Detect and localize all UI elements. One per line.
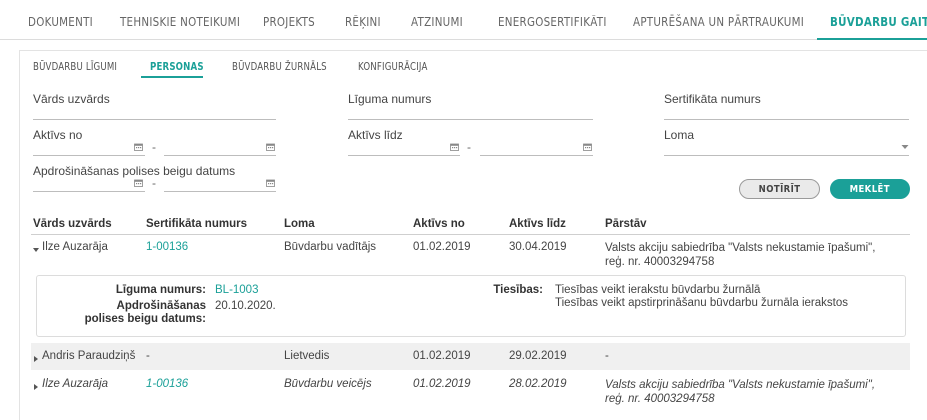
subtab-buvdarbu-ligumi[interactable]: BŪVDARBU LĪGUMI bbox=[33, 61, 117, 73]
tab-projekts[interactable]: PROJEKTS bbox=[263, 0, 315, 40]
active-from-start-input[interactable] bbox=[33, 155, 145, 156]
calendar-icon[interactable] bbox=[266, 143, 275, 151]
tab-tehniskie-noteikumi[interactable]: TEHNISKIE NOTEIKUMI bbox=[120, 0, 240, 40]
detail-right-item: Tiesības veikt apstirprināšanu būvdarbu … bbox=[555, 297, 848, 309]
tab-dokumenti[interactable]: DOKUMENTI bbox=[28, 0, 93, 40]
name-filter-label: Vārds uzvārds bbox=[33, 92, 110, 106]
certificate-filter-input[interactable] bbox=[664, 119, 909, 120]
tab-atzinumi[interactable]: ATZINUMI bbox=[411, 0, 463, 40]
calendar-icon[interactable] bbox=[134, 179, 143, 187]
row-active-from: 01.02.2019 bbox=[413, 241, 471, 253]
role-filter-label: Loma bbox=[664, 128, 695, 142]
detail-contract-link[interactable]: BL-1003 bbox=[215, 284, 258, 297]
row-name: Ilze Auzarāja bbox=[42, 378, 109, 390]
row-represents: - bbox=[605, 350, 609, 362]
table-header-divider bbox=[31, 234, 910, 235]
insurance-end-label: Apdrošināšanas polises beigu datums bbox=[33, 164, 236, 178]
active-from-end-input[interactable] bbox=[164, 155, 276, 156]
active-to-end-input[interactable] bbox=[480, 155, 593, 156]
name-filter-input[interactable] bbox=[33, 119, 276, 120]
row-name: Ilze Auzarāja bbox=[42, 241, 108, 253]
search-button[interactable]: MEKLĒT bbox=[830, 179, 910, 199]
active-from-label: Aktīvs no bbox=[33, 128, 83, 142]
chevron-down-icon[interactable] bbox=[901, 141, 909, 149]
clear-button[interactable]: NOTĪRĪT bbox=[739, 179, 820, 199]
active-to-label: Aktīvs līdz bbox=[348, 128, 403, 142]
subtab-konfiguracija[interactable]: KONFIGURĀCIJA bbox=[358, 61, 428, 73]
row-represents: Valsts akciju sabiedrība "Valsts nekusta… bbox=[605, 379, 876, 405]
detail-rights-label: Tiesības: bbox=[493, 284, 543, 296]
row-active-to: 30.04.2019 bbox=[509, 241, 567, 253]
detail-contract-label: Līguma numurs: bbox=[115, 284, 206, 296]
role-filter-select[interactable] bbox=[664, 155, 909, 156]
calendar-icon[interactable] bbox=[583, 143, 592, 151]
date-range-separator: - bbox=[467, 140, 471, 154]
row-represents: Valsts akciju sabiedrība "Valsts nekusta… bbox=[605, 242, 876, 268]
date-range-separator: - bbox=[152, 176, 156, 190]
row-certificate: - bbox=[146, 350, 150, 362]
detail-insurance-value: 20.10.2020. bbox=[215, 300, 276, 312]
row-name: Andris Paraudziņš bbox=[42, 350, 136, 362]
insurance-end-end-input[interactable] bbox=[164, 191, 276, 192]
row-certificate-link[interactable]: 1-00136 bbox=[146, 378, 188, 390]
detail-insurance-label: Apdrošināšanas polises beigu datums: bbox=[84, 300, 206, 325]
active-to-start-input[interactable] bbox=[348, 155, 460, 156]
row-certificate-link[interactable]: 1-00136 bbox=[146, 241, 188, 253]
column-header-active-from[interactable]: Aktīvs no bbox=[413, 218, 465, 230]
subtab-buvdarbu-zurnals[interactable]: BŪVDARBU ŽURNĀLS bbox=[232, 61, 327, 73]
contract-filter-input[interactable] bbox=[348, 119, 593, 120]
column-header-represents[interactable]: Pārstāv bbox=[605, 218, 647, 230]
column-header-active-to[interactable]: Aktīvs līdz bbox=[509, 218, 566, 230]
contract-filter-label: Līguma numurs bbox=[348, 92, 432, 106]
column-header-name[interactable]: Vārds uzvārds bbox=[33, 218, 112, 230]
column-header-role[interactable]: Loma bbox=[284, 218, 315, 230]
row-active-to: 29.02.2019 bbox=[509, 350, 567, 362]
row-active-to: 28.02.2019 bbox=[509, 378, 567, 390]
date-range-separator: - bbox=[152, 140, 156, 154]
column-header-certificate[interactable]: Sertifikāta numurs bbox=[146, 218, 247, 230]
row-role: Būvdarbu vadītājs bbox=[284, 241, 377, 253]
calendar-icon[interactable] bbox=[134, 143, 143, 151]
calendar-icon[interactable] bbox=[266, 179, 275, 187]
calendar-icon[interactable] bbox=[450, 143, 459, 151]
top-navigation: DOKUMENTI TEHNISKIE NOTEIKUMI PROJEKTS R… bbox=[0, 0, 927, 40]
triangle-right-icon[interactable] bbox=[33, 353, 39, 362]
row-role: Lietvedis bbox=[284, 350, 330, 362]
tab-rekini[interactable]: RĒĶINI bbox=[345, 0, 381, 40]
active-tab-indicator bbox=[817, 38, 927, 40]
row-role: Būvdarbu veicējs bbox=[284, 378, 372, 390]
active-subtab-indicator bbox=[141, 76, 203, 78]
tab-apturesana[interactable]: APTURĒŠANA UN PĀRTRAUKUMI bbox=[633, 0, 804, 40]
triangle-down-icon[interactable] bbox=[33, 244, 39, 252]
row-active-from: 01.02.2019 bbox=[413, 350, 471, 362]
row-active-from: 01.02.2019 bbox=[413, 378, 471, 390]
certificate-filter-label: Sertifikāta numurs bbox=[664, 92, 761, 106]
triangle-right-icon[interactable] bbox=[33, 381, 39, 390]
tab-energosertifikati[interactable]: ENERGOSERTIFIKĀTI bbox=[498, 0, 607, 40]
detail-right-item: Tiesības veikt ierakstu būvdarbu žurnālā bbox=[555, 284, 761, 296]
subtab-personas[interactable]: PERSONAS bbox=[150, 61, 204, 73]
tab-buvdarbu-gaita[interactable]: BŪVDARBU GAITA bbox=[830, 0, 927, 40]
insurance-end-start-input[interactable] bbox=[33, 191, 145, 192]
